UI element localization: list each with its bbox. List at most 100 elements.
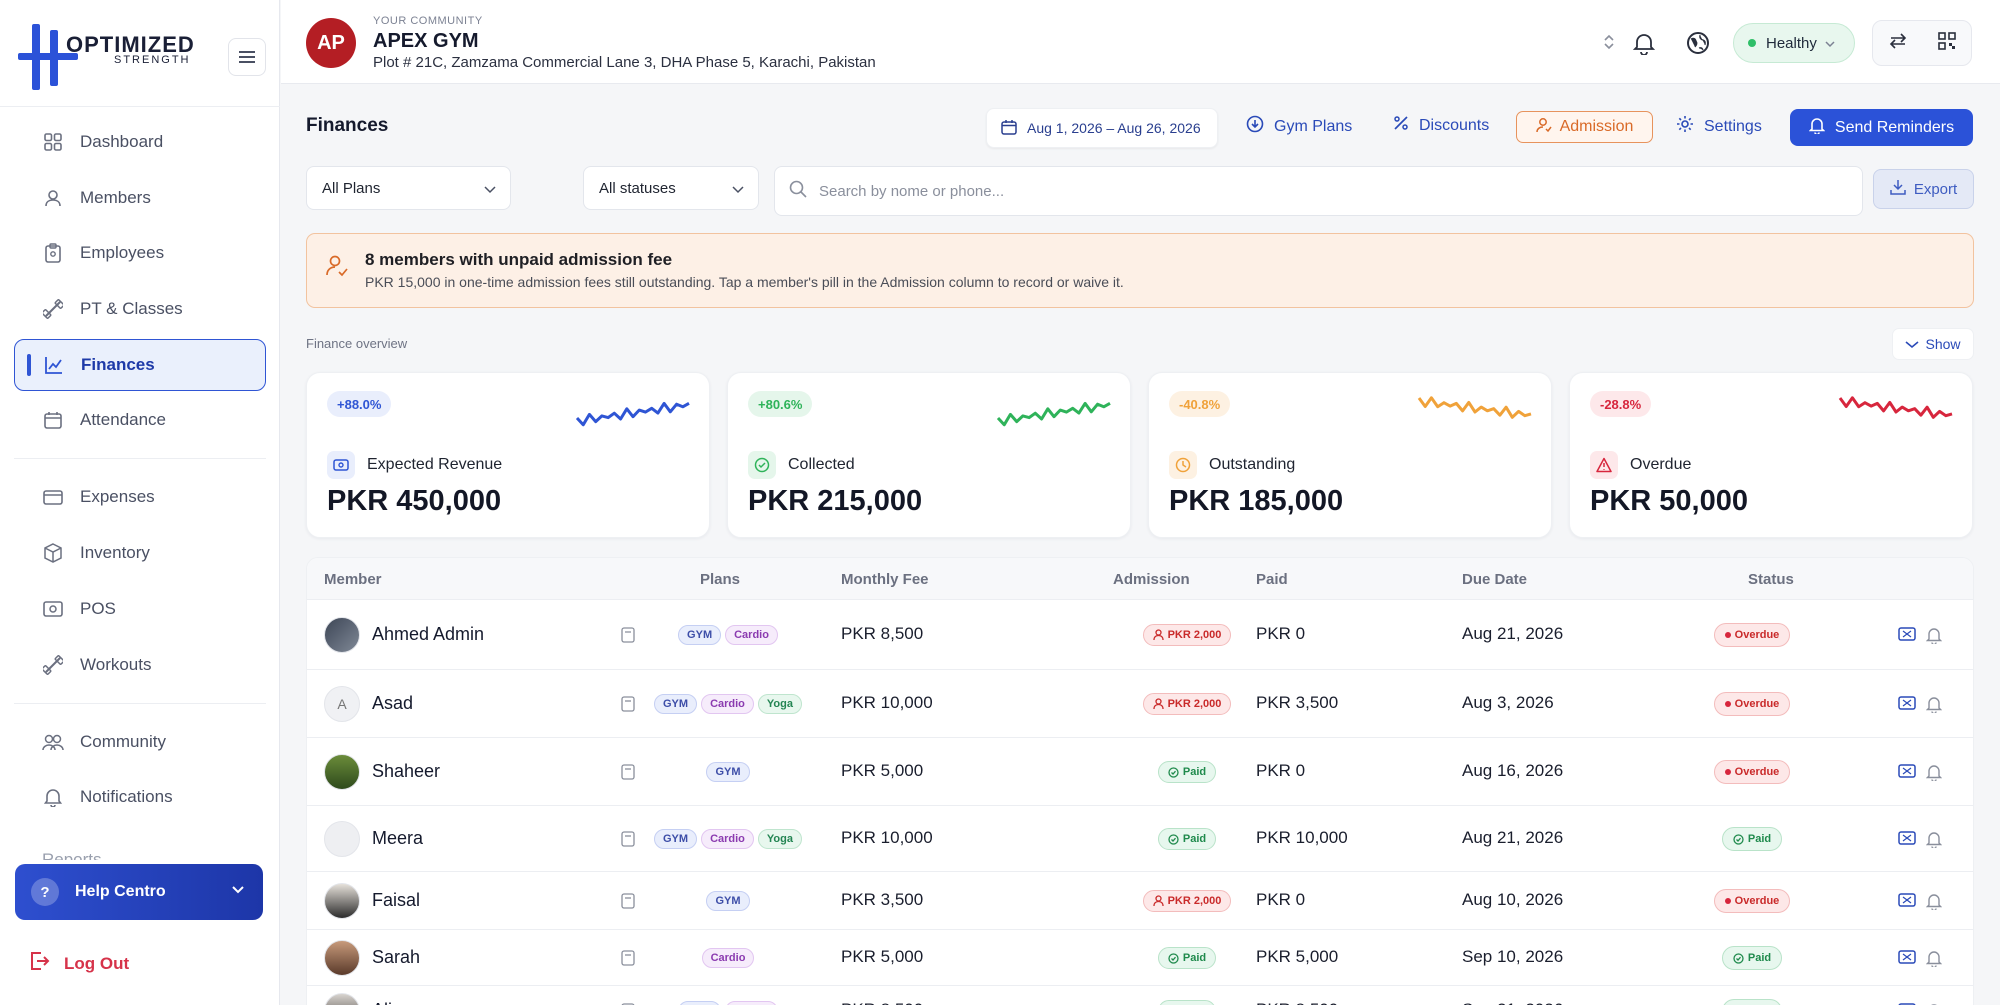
discounts-label: Discounts <box>1419 116 1490 134</box>
show-toggle-button[interactable]: Show <box>1892 328 1974 360</box>
member-name[interactable]: Asad <box>372 693 413 714</box>
swap-icon[interactable] <box>1889 32 1907 54</box>
switch-community-icon[interactable] <box>1603 33 1615 56</box>
bell-icon[interactable] <box>1925 763 1943 786</box>
sidebar-item-inventory[interactable]: Inventory <box>14 527 266 579</box>
globe-icon[interactable] <box>1686 31 1710 60</box>
col-monthly-fee[interactable]: Monthly Fee <box>841 571 929 588</box>
note-icon[interactable] <box>621 893 635 914</box>
sidebar-item-pt-classes[interactable]: PT & Classes <box>14 283 266 335</box>
bell-icon[interactable] <box>1632 31 1656 60</box>
sidebar-item-notifications[interactable]: Notifications <box>14 771 266 823</box>
admission-due-pill[interactable]: PKR 2,000 <box>1142 693 1232 715</box>
date-range-picker[interactable]: Aug 1, 2026 – Aug 26, 2026 <box>986 108 1218 148</box>
sidebar-item-reports[interactable]: Reports <box>42 846 102 860</box>
chevron-down-icon <box>484 181 496 198</box>
gym-plans-button[interactable]: Gym Plans <box>1246 115 1352 138</box>
bell-icon[interactable] <box>1925 626 1943 649</box>
menu-toggle-button[interactable] <box>228 38 266 76</box>
dumbbell-icon <box>42 298 64 320</box>
sidebar-item-community[interactable]: Community <box>14 716 266 768</box>
bell-icon[interactable] <box>1925 949 1943 972</box>
admission-value: Paid <box>1182 952 1207 964</box>
status-filter-value: All statuses <box>599 179 676 197</box>
table-row[interactable]: Ahmed Admin GYM Cardio PKR 8,500 PKR 2,00… <box>307 600 1973 670</box>
export-button[interactable]: Export <box>1873 169 1974 209</box>
record-payment-icon[interactable] <box>1898 626 1916 649</box>
outstanding-card[interactable]: -40.8% Outstanding PKR 185,000 <box>1148 372 1552 538</box>
col-due-date[interactable]: Due Date <box>1462 571 1527 588</box>
logout-label: Log Out <box>64 953 130 973</box>
admission-paid-pill[interactable]: Paid <box>1157 828 1217 850</box>
col-paid[interactable]: Paid <box>1256 571 1288 588</box>
col-status[interactable]: Status <box>1748 571 1794 588</box>
help-centre-button[interactable]: ? Help Centro <box>15 864 263 920</box>
collected-card[interactable]: +80.6% Collected PKR 215,000 <box>727 372 1131 538</box>
status-label: Overdue <box>1734 766 1780 778</box>
member-name[interactable]: Ali <box>372 1000 392 1005</box>
user-icon <box>1152 895 1164 907</box>
table-row[interactable]: Shaheer GYM PKR 5,000 Paid PKR 0 Aug 16,… <box>307 738 1973 806</box>
paid-amount: PKR 10,000 <box>1256 828 1348 847</box>
avatar <box>324 940 360 976</box>
sidebar-item-pos[interactable]: POS <box>14 583 266 635</box>
sidebar-item-dashboard[interactable]: Dashboard <box>14 116 266 168</box>
overdue-card[interactable]: -28.8% Overdue PKR 50,000 <box>1569 372 1973 538</box>
status-dot <box>1724 701 1731 707</box>
user-check-icon <box>1535 117 1552 138</box>
plans-filter-select[interactable]: All Plans <box>306 166 511 210</box>
sidebar-item-attendance[interactable]: Attendance <box>14 394 266 446</box>
member-name[interactable]: Faisal <box>372 890 420 911</box>
bell-icon[interactable] <box>1925 892 1943 915</box>
col-plans[interactable]: Plans <box>700 571 740 588</box>
member-name[interactable]: Shaheer <box>372 761 440 782</box>
record-payment-icon[interactable] <box>1898 695 1916 718</box>
table-row[interactable]: Sarah Cardio PKR 5,000 Paid PKR 5,000 Se… <box>307 930 1973 986</box>
col-member[interactable]: Member <box>324 571 382 588</box>
settings-button[interactable]: Settings <box>1676 115 1762 138</box>
admission-due-pill[interactable]: PKR 2,000 <box>1142 890 1232 912</box>
sidebar-item-label: Community <box>80 731 166 751</box>
send-reminders-button[interactable]: Send Reminders <box>1790 109 1973 146</box>
status-label: Overdue <box>1734 629 1780 641</box>
admission-paid-pill[interactable]: Paid <box>1157 1000 1217 1005</box>
admission-paid-pill[interactable]: Paid <box>1157 761 1217 783</box>
logout-button[interactable]: Log Out <box>28 950 129 977</box>
col-admission[interactable]: Admission <box>1113 571 1190 588</box>
sidebar-item-label: Dashboard <box>80 132 164 151</box>
member-name[interactable]: Meera <box>372 828 423 849</box>
table-row[interactable]: Ali GYMCardio PKR 8,500 Paid PKR 8,500 S… <box>307 986 1973 1005</box>
note-icon[interactable] <box>621 627 635 648</box>
member-name[interactable]: Sarah <box>372 947 420 968</box>
record-payment-icon[interactable] <box>1898 949 1916 972</box>
sidebar-item-members[interactable]: Members <box>14 172 266 224</box>
health-status-dropdown[interactable]: Healthy <box>1733 23 1855 63</box>
sidebar-item-finances[interactable]: Finances <box>14 338 266 391</box>
sidebar-item-employees[interactable]: Employees <box>14 227 266 279</box>
qr-code-icon[interactable] <box>1937 31 1956 55</box>
member-name[interactable]: Ahmed Admin <box>372 624 484 645</box>
bell-icon[interactable] <box>1925 695 1943 718</box>
gym-avatar[interactable]: AP <box>306 18 356 68</box>
table-row[interactable]: Meera GYM Cardio Yoga PKR 10,000 Paid PKR … <box>307 806 1973 872</box>
note-icon[interactable] <box>621 831 635 852</box>
bell-icon[interactable] <box>1925 830 1943 853</box>
table-row[interactable]: Faisal GYM PKR 3,500 PKR 2,000 PKR 0 Aug… <box>307 872 1973 930</box>
brand-logo[interactable]: OPTIMIZED STRENGTH <box>18 24 198 90</box>
table-row[interactable]: A Asad GYM Cardio Yoga PKR 10,000 PKR 2,00… <box>307 670 1973 738</box>
expected-revenue-card[interactable]: +88.0% Expected Revenue PKR 450,000 <box>306 372 710 538</box>
status-filter-select[interactable]: All statuses <box>583 166 759 210</box>
record-payment-icon[interactable] <box>1898 763 1916 786</box>
note-icon[interactable] <box>621 950 635 971</box>
admission-paid-pill[interactable]: Paid <box>1157 947 1217 969</box>
admission-due-pill[interactable]: PKR 2,000 <box>1142 624 1232 646</box>
record-payment-icon[interactable] <box>1898 892 1916 915</box>
search-input[interactable] <box>819 182 1719 200</box>
note-icon[interactable] <box>621 696 635 717</box>
note-icon[interactable] <box>621 764 635 785</box>
discounts-button[interactable]: Discounts <box>1393 115 1489 136</box>
record-payment-icon[interactable] <box>1898 830 1916 853</box>
sidebar-item-expenses[interactable]: Expenses <box>14 471 266 523</box>
admission-button[interactable]: Admission <box>1516 111 1653 143</box>
sidebar-item-workouts[interactable]: Workouts <box>14 639 266 691</box>
